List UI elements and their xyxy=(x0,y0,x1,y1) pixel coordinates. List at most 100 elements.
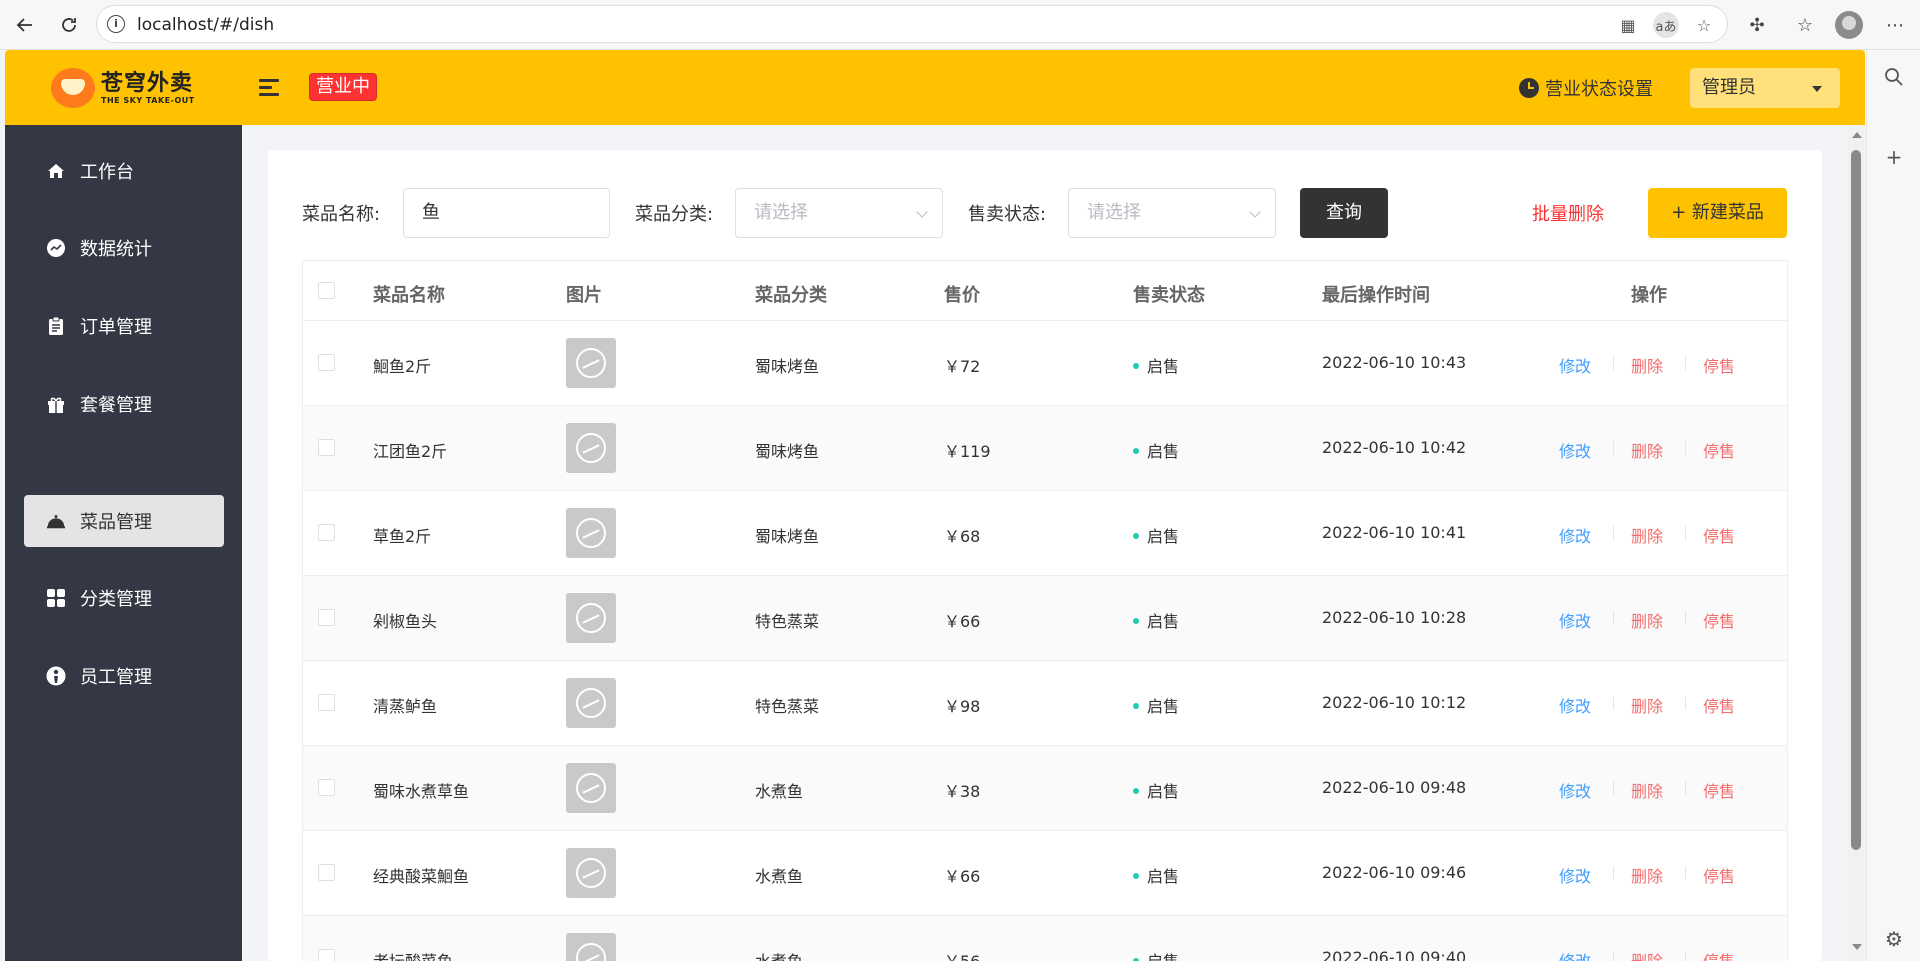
user-dropdown[interactable]: 管理员 xyxy=(1690,68,1840,108)
stop-sale-button[interactable]: 停售 xyxy=(1703,353,1735,377)
edit-button[interactable]: 修改 xyxy=(1559,863,1591,887)
select-all-checkbox[interactable] xyxy=(318,282,335,299)
edit-button[interactable]: 修改 xyxy=(1559,948,1591,961)
stop-sale-button[interactable]: 停售 xyxy=(1703,523,1735,547)
edit-button[interactable]: 修改 xyxy=(1559,438,1591,462)
settings-gear-icon[interactable]: ⚙ xyxy=(1881,926,1907,952)
add-dish-button[interactable]: + 新建菜品 xyxy=(1648,188,1787,238)
dish-price-cell: ￥72 xyxy=(944,357,981,376)
edit-button[interactable]: 修改 xyxy=(1559,608,1591,632)
delete-button[interactable]: 删除 xyxy=(1631,948,1663,961)
stop-sale-button[interactable]: 停售 xyxy=(1703,948,1735,961)
scrollbar-thumb[interactable] xyxy=(1851,150,1861,850)
status-dot-icon xyxy=(1133,362,1139,369)
scroll-down-icon[interactable] xyxy=(1852,944,1862,950)
delete-button[interactable]: 删除 xyxy=(1631,438,1663,462)
dish-category-cell: 蜀味烤鱼 xyxy=(755,527,820,546)
scroll-up-icon[interactable] xyxy=(1852,132,1862,138)
dish-name-cell: 江团鱼2斤 xyxy=(373,442,448,461)
row-checkbox[interactable] xyxy=(318,694,335,711)
edit-button[interactable]: 修改 xyxy=(1559,523,1591,547)
dish-image xyxy=(566,848,616,898)
dish-name-input[interactable]: 鱼 xyxy=(403,188,610,238)
stop-sale-button[interactable]: 停售 xyxy=(1703,778,1735,802)
sidebar-item-dashboard[interactable]: 工作台 xyxy=(24,145,224,197)
update-time-cell: 2022-06-10 10:41 xyxy=(1322,523,1467,542)
update-time-cell: 2022-06-10 10:42 xyxy=(1322,438,1467,457)
add-icon[interactable]: + xyxy=(1881,144,1907,170)
translate-icon[interactable]: aあ xyxy=(1653,12,1679,38)
row-checkbox[interactable] xyxy=(318,949,335,961)
sidebar-item-employees[interactable]: 员工管理 xyxy=(24,650,224,702)
status-dot-icon xyxy=(1133,872,1139,879)
sidebar-item-label: 工作台 xyxy=(80,162,134,183)
dish-category-cell: 蜀味烤鱼 xyxy=(755,442,820,461)
delete-button[interactable]: 删除 xyxy=(1631,778,1663,802)
profile-avatar[interactable] xyxy=(1834,10,1864,40)
more-menu-icon[interactable]: ⋯ xyxy=(1880,10,1910,40)
stop-sale-button[interactable]: 停售 xyxy=(1703,608,1735,632)
edit-button[interactable]: 修改 xyxy=(1559,693,1591,717)
delete-button[interactable]: 删除 xyxy=(1631,863,1663,887)
delete-button[interactable]: 删除 xyxy=(1631,693,1663,717)
address-bar[interactable]: i localhost/#/dish ▦ aあ ☆ xyxy=(96,5,1728,43)
stop-sale-button[interactable]: 停售 xyxy=(1703,438,1735,462)
action-divider xyxy=(1613,526,1614,540)
delete-button[interactable]: 删除 xyxy=(1631,353,1663,377)
sale-status-select[interactable]: 请选择 xyxy=(1068,188,1276,238)
caret-down-icon xyxy=(1812,86,1822,92)
sale-status-placeholder: 请选择 xyxy=(1087,202,1141,223)
action-divider xyxy=(1685,696,1686,710)
delete-button[interactable]: 删除 xyxy=(1631,608,1663,632)
dish-name-cell: 老坛酸菜鱼 xyxy=(373,948,453,961)
dish-price-cell: ￥66 xyxy=(944,612,981,631)
row-checkbox[interactable] xyxy=(318,354,335,371)
stop-sale-button[interactable]: 停售 xyxy=(1703,693,1735,717)
dish-price-cell: ￥56 xyxy=(944,948,980,961)
app-grid-icon[interactable]: ▦ xyxy=(1615,12,1641,38)
menu-toggle-icon[interactable] xyxy=(259,78,281,98)
row-checkbox[interactable] xyxy=(318,524,335,541)
row-checkbox[interactable] xyxy=(318,864,335,881)
dish-placeholder-icon xyxy=(576,433,606,463)
sidebar-item-orders[interactable]: 订单管理 xyxy=(24,300,224,352)
favorite-star-icon[interactable]: ☆ xyxy=(1691,12,1717,38)
row-checkbox[interactable] xyxy=(318,439,335,456)
dish-placeholder-icon xyxy=(576,603,606,633)
sidebar-item-dishes[interactable]: 菜品管理 xyxy=(24,495,224,547)
dish-placeholder-icon xyxy=(576,858,606,888)
delete-button[interactable]: 删除 xyxy=(1631,523,1663,547)
action-divider xyxy=(1613,696,1614,710)
row-checkbox[interactable] xyxy=(318,609,335,626)
employee-icon xyxy=(46,666,66,686)
back-icon[interactable] xyxy=(10,10,40,40)
favorites-icon[interactable]: ☆ xyxy=(1790,10,1820,40)
sidebar-item-combos[interactable]: 套餐管理 xyxy=(24,378,224,430)
stop-sale-button[interactable]: 停售 xyxy=(1703,863,1735,887)
edit-button[interactable]: 修改 xyxy=(1559,778,1591,802)
batch-delete-button[interactable]: 批量删除 xyxy=(1532,200,1604,226)
dish-image xyxy=(566,338,616,388)
edit-button[interactable]: 修改 xyxy=(1559,353,1591,377)
dish-category-cell: 水煮鱼 xyxy=(755,782,804,801)
logo: 苍穹外卖 THE SKY TAKE-OUT xyxy=(51,68,195,108)
clipboard-icon xyxy=(46,316,66,336)
action-divider xyxy=(1613,356,1614,370)
sale-status-text: 启售 xyxy=(1147,527,1180,546)
row-checkbox[interactable] xyxy=(318,779,335,796)
refresh-icon[interactable] xyxy=(54,10,84,40)
site-info-icon[interactable]: i xyxy=(107,15,125,33)
sidebar-item-categories[interactable]: 分类管理 xyxy=(24,572,224,624)
sidebar: 工作台 数据统计 订单管理 套餐管理 菜品管理 分类管理 员工管理 xyxy=(5,125,242,961)
search-icon[interactable] xyxy=(1881,64,1907,90)
update-time-cell: 2022-06-10 10:43 xyxy=(1322,353,1467,372)
dish-table: 菜品名称 图片 菜品分类 售价 售卖状态 最后操作时间 操作 鮰鱼2斤 蜀味烤鱼 ￥… xyxy=(302,260,1788,961)
table-row: 清蒸鲈鱼 特色蒸菜 ￥98 启售 2022-06-10 10:12 修改 删除 停售 xyxy=(303,661,1787,746)
dish-category-select[interactable]: 请选择 xyxy=(735,188,943,238)
home-icon xyxy=(46,161,66,181)
extensions-icon[interactable]: ✣ xyxy=(1742,10,1772,40)
sidebar-item-statistics[interactable]: 数据统计 xyxy=(24,222,224,274)
action-divider xyxy=(1613,441,1614,455)
business-status-setting[interactable]: 营业状态设置 xyxy=(1519,75,1653,101)
query-button[interactable]: 查询 xyxy=(1300,188,1388,238)
